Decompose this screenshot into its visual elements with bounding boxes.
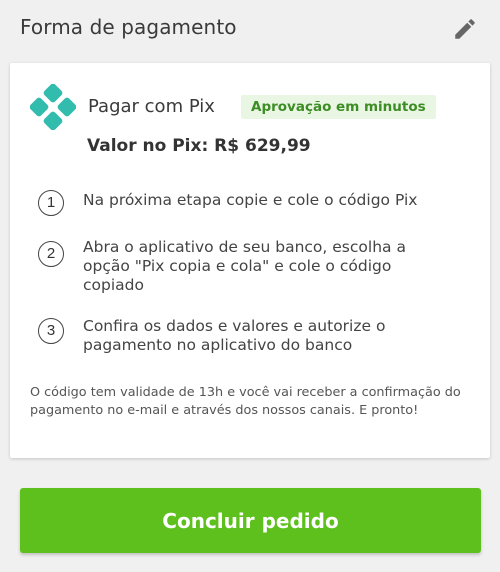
header: Forma de pagamento	[0, 0, 500, 62]
step-text: Abra o aplicativo de seu banco, escolha …	[83, 238, 406, 294]
step-text: Na próxima etapa copie e cole o código P…	[83, 191, 418, 209]
page-title: Forma de pagamento	[20, 15, 237, 39]
pix-value: Valor no Pix: R$ 629,99	[87, 136, 311, 156]
step-number: 2	[38, 241, 64, 267]
pencil-icon[interactable]	[452, 16, 478, 42]
confirm-order-button[interactable]: Concluir pedido	[20, 488, 481, 553]
step-number: 3	[38, 318, 64, 344]
step-number: 1	[38, 190, 64, 216]
payment-method-label: Pagar com Pix	[88, 96, 215, 117]
validity-note: O código tem validade de 13h e você vai …	[30, 385, 461, 418]
payment-card: Pagar com Pix Aprovação em minutos Valor…	[10, 63, 490, 458]
pix-logo-icon	[29, 83, 77, 131]
step-text: Confira os dados e valores e autorize o …	[83, 317, 386, 354]
approval-badge: Aprovação em minutos	[241, 95, 436, 119]
